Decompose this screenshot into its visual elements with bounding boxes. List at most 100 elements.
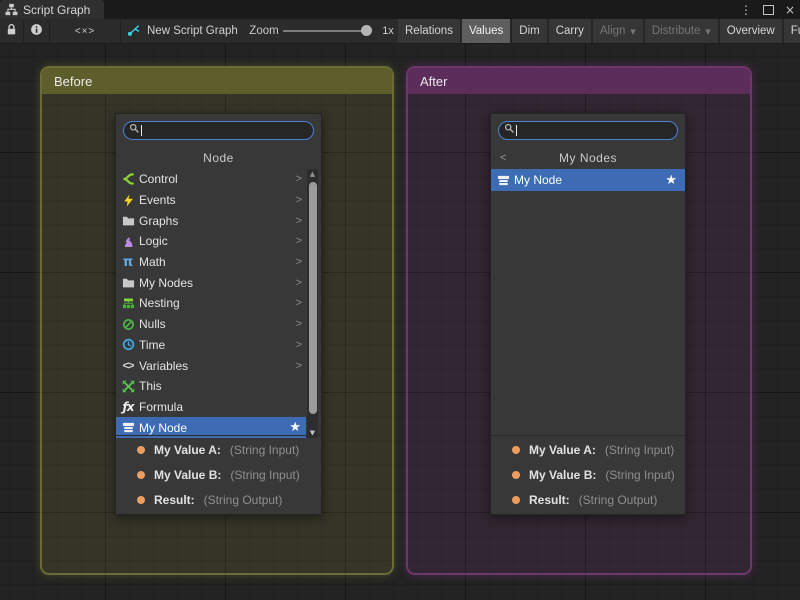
star-icon[interactable]: ★ — [665, 173, 677, 188]
text-caret — [141, 125, 142, 136]
menu-icon[interactable]: ⋮ — [740, 3, 752, 17]
zoom-slider-track[interactable] — [283, 30, 367, 32]
zoom-value: 1x — [378, 19, 398, 43]
toolbar-button-relations[interactable]: Relations — [398, 19, 460, 43]
folder-icon — [120, 276, 136, 290]
finder-after-header: < My Nodes — [491, 146, 685, 169]
port-label: My Value B: — [154, 468, 221, 482]
port-type: (String Input) — [605, 468, 674, 482]
back-chevron-icon[interactable]: < — [500, 152, 507, 164]
info-icon — [30, 23, 43, 39]
window-controls: ⋮ × — [740, 0, 795, 19]
list-item-graphs[interactable]: Graphs> — [116, 210, 306, 231]
port-type: (String Output) — [204, 493, 283, 507]
port-dot-icon — [512, 496, 520, 504]
finder-after-header-label: My Nodes — [559, 151, 617, 165]
chevron-right-icon: > — [296, 297, 302, 309]
list-item-formula[interactable]: ƒxFormula — [116, 397, 306, 418]
list-item-time[interactable]: Time > — [116, 335, 306, 356]
toolbar-button-overview[interactable]: Overview — [720, 19, 782, 43]
group-after-title: After — [420, 74, 447, 89]
code-view-label: <×> — [75, 26, 96, 37]
folder-icon — [120, 214, 136, 228]
list-item-math[interactable]: πMath> — [116, 252, 306, 273]
toolbar-button-carry[interactable]: Carry — [549, 19, 591, 43]
port-row-my-value-a: My Value A: (String Input) — [491, 439, 685, 462]
code-view-button[interactable]: <×> — [50, 19, 121, 43]
nulls-icon — [120, 317, 136, 331]
port-row-result: Result: (String Output) — [116, 489, 321, 512]
toolbar-button-label: Relations — [405, 25, 453, 37]
port-row-my-value-a: My Value A: (String Input) — [116, 439, 321, 462]
close-icon[interactable]: × — [785, 3, 795, 17]
list-item-my-nodes[interactable]: My Nodes> — [116, 272, 306, 293]
zoom-slider-handle[interactable] — [361, 25, 372, 36]
list-item-nulls[interactable]: Nulls > — [116, 314, 306, 335]
my-node-icon — [120, 421, 136, 435]
finder-before-header: Node — [116, 146, 321, 169]
titlebar: Script Graph ⋮ × — [0, 0, 800, 19]
node-list-after: My Node ★ — [491, 169, 685, 191]
toolbar: <×> New Script Graph Zoom 1x RelationsVa… — [0, 19, 800, 44]
events-icon — [120, 193, 136, 207]
scroll-up-icon[interactable]: ▲ — [307, 170, 318, 178]
chevron-right-icon: > — [296, 318, 302, 330]
chevron-right-icon: > — [296, 235, 302, 247]
port-label: My Value B: — [529, 468, 596, 482]
graph-canvas[interactable]: Before After Node Control>Events>Graphs>… — [0, 44, 800, 600]
maximize-icon[interactable] — [763, 5, 774, 15]
ports-before: My Value A: (String Input)My Value B: (S… — [116, 435, 321, 514]
port-label: My Value A: — [529, 443, 596, 457]
toolbar-button-label: Align — [600, 25, 626, 37]
node-list-before: Control>Events>Graphs>Logic>πMath>My Nod… — [116, 169, 321, 438]
list-item-control[interactable]: Control> — [116, 169, 306, 190]
tab-script-graph[interactable]: Script Graph — [0, 0, 104, 19]
fuzzy-finder-after: < My Nodes My Node ★ My Value A: (String … — [490, 113, 686, 515]
list-item-events[interactable]: Events> — [116, 190, 306, 211]
toolbar-button-values[interactable]: Values — [462, 19, 510, 43]
port-type: (String Input) — [230, 443, 299, 457]
list-item-variables[interactable]: <>Variables> — [116, 355, 306, 376]
search-input[interactable] — [498, 121, 678, 140]
list-item-my-node[interactable]: My Node ★ — [491, 169, 685, 191]
list-item-label: Nulls — [139, 317, 166, 331]
list-item-label: Time — [139, 338, 165, 352]
port-dot-icon — [137, 471, 145, 479]
formula-icon: ƒx — [120, 400, 136, 414]
scrollbar[interactable]: ▲ ▼ — [307, 169, 318, 438]
port-label: Result: — [154, 493, 195, 507]
ports-after: My Value A: (String Input) My Value B: (S… — [491, 435, 685, 514]
group-before-header[interactable]: Before — [42, 68, 392, 94]
chevron-right-icon: > — [296, 339, 302, 351]
toolbar-button-dim[interactable]: Dim — [512, 19, 546, 43]
lock-button[interactable] — [0, 19, 24, 43]
toolbar-button-align: Align ▼ — [593, 19, 643, 43]
toolbar-button-label: Dim — [519, 25, 539, 37]
chevron-down-icon: ▼ — [630, 28, 635, 36]
port-row-my-value-b: My Value B: (String Input) — [116, 464, 321, 487]
variables-icon: <> — [120, 359, 136, 373]
list-item-label: My Node — [514, 173, 562, 187]
list-item-logic[interactable]: Logic> — [116, 231, 306, 252]
new-script-graph-button[interactable]: New Script Graph — [121, 19, 249, 43]
port-type: (String Output) — [579, 493, 658, 507]
nesting-icon — [120, 296, 136, 310]
list-item-label: Formula — [139, 400, 183, 414]
group-after-header[interactable]: After — [408, 68, 750, 94]
toolbar-button-full-scr[interactable]: Full Scr — [784, 19, 800, 43]
port-row-result: Result: (String Output) — [491, 489, 685, 512]
group-before-title: Before — [54, 74, 92, 89]
graph-icon — [5, 3, 18, 16]
search-input[interactable] — [123, 121, 314, 140]
port-type: (String Input) — [230, 468, 299, 482]
chevron-right-icon: > — [296, 194, 302, 206]
list-item-label: This — [139, 379, 162, 393]
star-icon[interactable]: ★ — [289, 420, 301, 435]
port-label: Result: — [529, 493, 570, 507]
scrollbar-thumb[interactable] — [309, 182, 317, 414]
info-button[interactable] — [24, 19, 50, 43]
toolbar-buttons: RelationsValuesDimCarryAlign▼Distribute▼… — [398, 19, 800, 43]
list-item-nesting[interactable]: Nesting> — [116, 293, 306, 314]
list-item-this[interactable]: This — [116, 376, 306, 397]
this-icon — [120, 379, 136, 393]
